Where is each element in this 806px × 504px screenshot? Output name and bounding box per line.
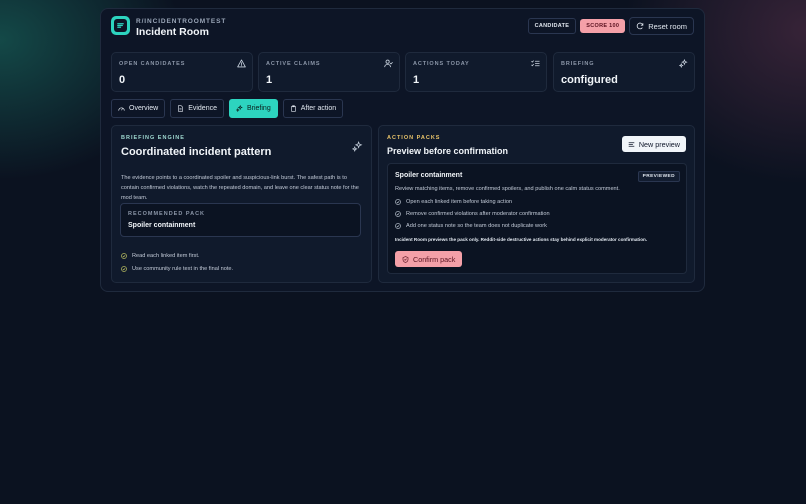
sparkles-icon [679, 59, 688, 68]
new-preview-label: New preview [638, 139, 680, 149]
tab-label: Overview [129, 105, 159, 112]
panel-eyebrow: BRIEFING ENGINE [121, 135, 185, 141]
pack-step: Add one status note so the team does not… [395, 223, 547, 229]
sparkles-icon [352, 141, 363, 152]
briefing-summary: The evidence points to a coordinated spo… [121, 175, 359, 201]
pack-step: Remove confirmed violations after modera… [395, 211, 550, 217]
stat-open-candidates: OPEN CANDIDATES 0 [111, 52, 253, 92]
checklist-item: Read each linked item first. [121, 253, 199, 259]
check-circle-icon [121, 253, 127, 259]
briefing-title: Coordinated incident pattern [121, 146, 272, 158]
checklist-item: Use community rule text in the final not… [121, 266, 233, 272]
file-icon [177, 105, 184, 112]
check-circle-icon [395, 223, 401, 229]
stat-value: 1 [266, 74, 273, 86]
incident-room-window: R/INCIDENTROOMTEST Incident Room CANDIDA… [100, 8, 705, 292]
recommended-pack-name: Spoiler containment [128, 222, 196, 229]
gauge-icon [118, 105, 125, 112]
tab-label: Briefing [246, 105, 271, 112]
action-packs-title: Preview before confirmation [387, 146, 509, 156]
pack-status-badge: PREVIEWED [637, 171, 680, 182]
pack-step: Open each linked item before taking acti… [395, 199, 512, 205]
tab-overview[interactable]: Overview [111, 99, 166, 118]
new-preview-button[interactable]: New preview [621, 136, 686, 152]
candidate-badge: CANDIDATE [527, 18, 577, 34]
check-circle-icon [395, 211, 401, 217]
reset-room-label: Reset room [648, 21, 687, 31]
stat-label: OPEN CANDIDATES [119, 61, 186, 67]
stat-active-claims: ACTIVE CLAIMS 1 [258, 52, 400, 92]
stat-value: 1 [413, 74, 420, 86]
check-circle-icon [121, 266, 127, 272]
app-logo-icon [111, 16, 130, 35]
stat-label: ACTIONS TODAY [413, 61, 470, 67]
refresh-icon [636, 22, 644, 30]
tab-evidence[interactable]: Evidence [170, 99, 224, 118]
stat-actions-today: ACTIONS TODAY 1 [405, 52, 547, 92]
score-badge: SCORE 100 [580, 19, 626, 33]
recommended-pack-box: RECOMMENDED PACK Spoiler containment [120, 203, 361, 237]
subreddit-name: R/INCIDENTROOMTEST [136, 18, 227, 25]
tab-label: After action [300, 105, 337, 112]
pack-card: Spoiler containment PREVIEWED Review mat… [387, 163, 687, 274]
recommended-label: RECOMMENDED PACK [128, 211, 206, 217]
reset-room-button[interactable]: Reset room [629, 17, 694, 35]
tab-label: Evidence [188, 105, 217, 112]
shield-check-icon [402, 255, 409, 263]
stat-value: 0 [119, 74, 126, 86]
sparkles-icon [235, 105, 243, 112]
clipboard-icon [290, 105, 297, 112]
pack-name: Spoiler containment [395, 172, 463, 179]
briefing-engine-panel: BRIEFING ENGINE Coordinated incident pat… [111, 125, 372, 283]
tab-briefing[interactable]: Briefing [228, 99, 278, 118]
page-title: Incident Room [136, 26, 209, 38]
tab-after-action[interactable]: After action [282, 99, 344, 118]
user-check-icon [384, 59, 393, 68]
stat-label: BRIEFING [561, 61, 595, 67]
pack-description: Review matching items, remove confirmed … [395, 186, 620, 192]
list-check-icon [531, 59, 540, 68]
header: R/INCIDENTROOMTEST Incident Room CANDIDA… [111, 16, 694, 38]
action-packs-panel: ACTION PACKS Preview before confirmation… [378, 125, 695, 283]
check-circle-icon [395, 199, 401, 205]
stat-briefing: BRIEFING configured [553, 52, 695, 92]
panel-eyebrow: ACTION PACKS [387, 135, 441, 141]
stat-value: configured [561, 74, 618, 86]
view-tabs: Overview Evidence Briefing After action [111, 99, 344, 118]
confirm-pack-label: Confirm pack [413, 254, 456, 264]
confirm-pack-button[interactable]: Confirm pack [395, 251, 463, 267]
alert-triangle-icon [237, 59, 246, 68]
pack-footnote: Incident Room previews the pack only. Re… [395, 237, 648, 242]
list-icon [628, 141, 635, 148]
stat-label: ACTIVE CLAIMS [266, 61, 321, 67]
